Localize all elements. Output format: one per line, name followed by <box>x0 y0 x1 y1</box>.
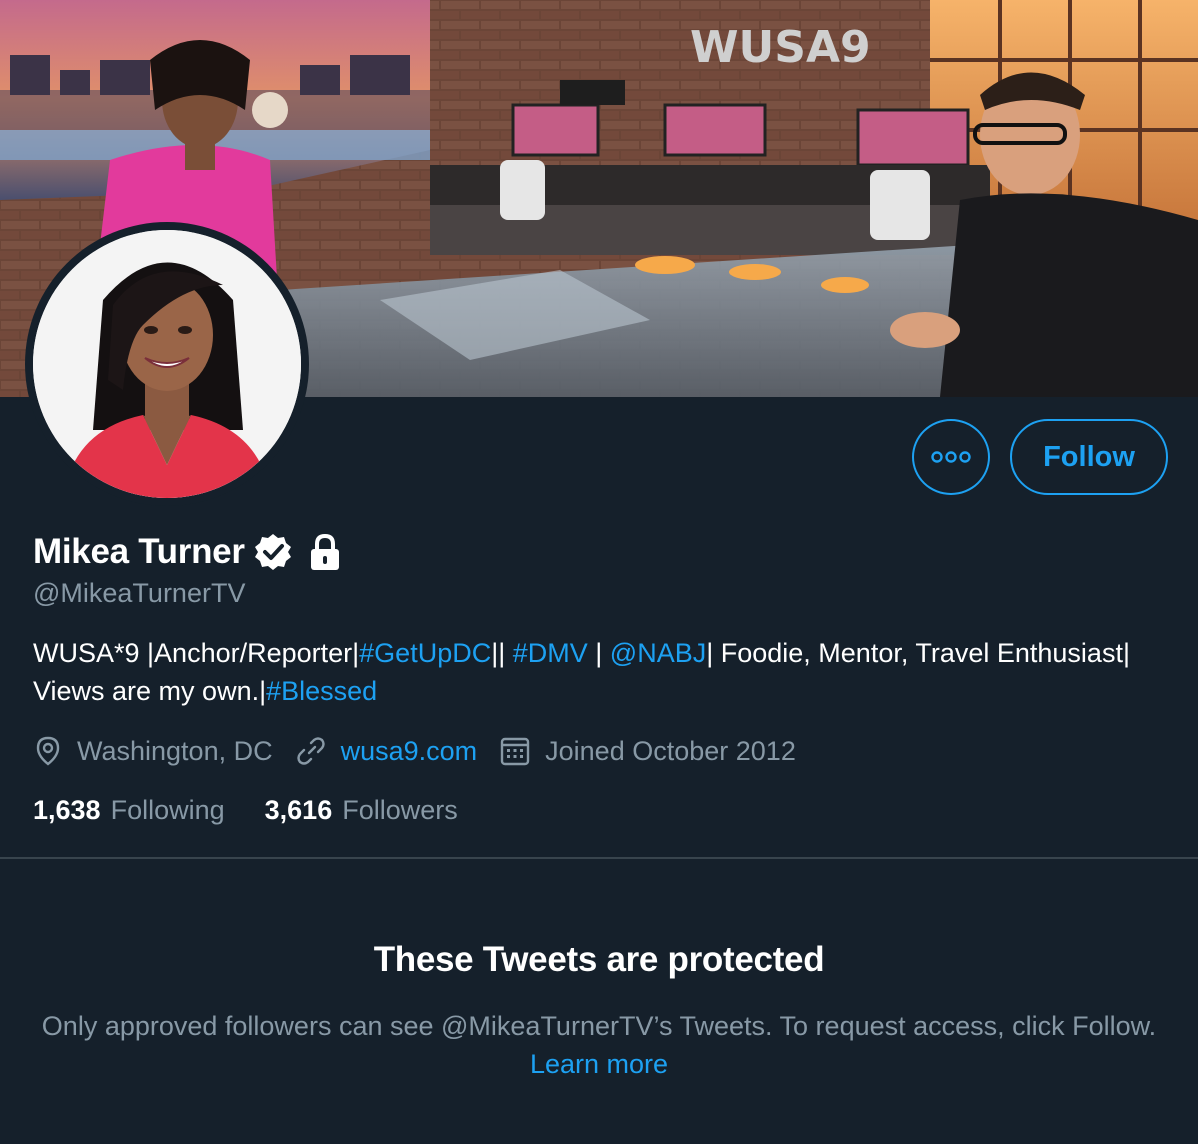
profile-bio: WUSA*9 |Anchor/Reporter|#GetUpDC|| #DMV … <box>33 634 1153 710</box>
website-link[interactable]: wusa9.com <box>341 736 478 767</box>
hashtag-dmv-link[interactable]: #DMV <box>513 638 588 668</box>
more-options-button[interactable] <box>912 419 990 495</box>
location-text: Washington, DC <box>77 735 273 766</box>
follow-button[interactable]: Follow <box>1010 419 1168 495</box>
avatar[interactable] <box>25 222 309 506</box>
following-stat[interactable]: 1,638 Following <box>33 795 225 826</box>
protected-description: Only approved followers can see @MikeaTu… <box>40 1007 1158 1083</box>
location-pin-icon <box>33 735 63 767</box>
studio-logo: WUSA9 <box>690 22 871 73</box>
joined-date: Joined October 2012 <box>545 735 796 766</box>
bio-text: WUSA*9 |Anchor/Reporter| <box>33 638 360 668</box>
profile-name-row: Mikea Turner <box>33 530 345 574</box>
profile-meta: Washington, DC wusa9.com Joined October … <box>33 731 818 771</box>
learn-more-link[interactable]: Learn more <box>530 1049 668 1079</box>
hashtag-getupdc-link[interactable]: #GetUpDC <box>359 638 491 668</box>
section-divider <box>0 857 1198 859</box>
followers-stat[interactable]: 3,616 Followers <box>265 795 458 826</box>
profile-page: WUSA9 Follow Mikea Turner @MikeaTurnerTV… <box>0 0 1198 1144</box>
bio-text: || <box>491 638 513 668</box>
profile-joined: Joined October 2012 <box>499 735 796 767</box>
profile-website[interactable]: wusa9.com <box>295 735 478 767</box>
avatar-photo <box>33 230 301 498</box>
profile-handle: @MikeaTurnerTV <box>33 578 246 608</box>
link-icon <box>295 735 327 767</box>
bio-text: | <box>587 638 610 668</box>
verified-badge-icon <box>253 532 293 572</box>
followers-label: Followers <box>342 794 458 825</box>
hashtag-blessed-link[interactable]: #Blessed <box>266 676 377 706</box>
protected-title: These Tweets are protected <box>373 940 825 979</box>
protected-text: Only approved followers can see @MikeaTu… <box>41 1011 1157 1041</box>
following-count: 1,638 <box>33 794 101 825</box>
more-horizontal-icon <box>931 451 971 463</box>
mention-nabj-link[interactable]: @NABJ <box>610 638 706 668</box>
profile-location: Washington, DC <box>33 735 273 767</box>
profile-stats: 1,638 Following 3,616 Followers <box>33 790 498 830</box>
display-name: Mikea Turner <box>33 532 245 571</box>
calendar-icon <box>499 735 531 767</box>
followers-count: 3,616 <box>264 794 333 825</box>
following-label: Following <box>110 794 225 825</box>
lock-icon <box>305 532 345 572</box>
